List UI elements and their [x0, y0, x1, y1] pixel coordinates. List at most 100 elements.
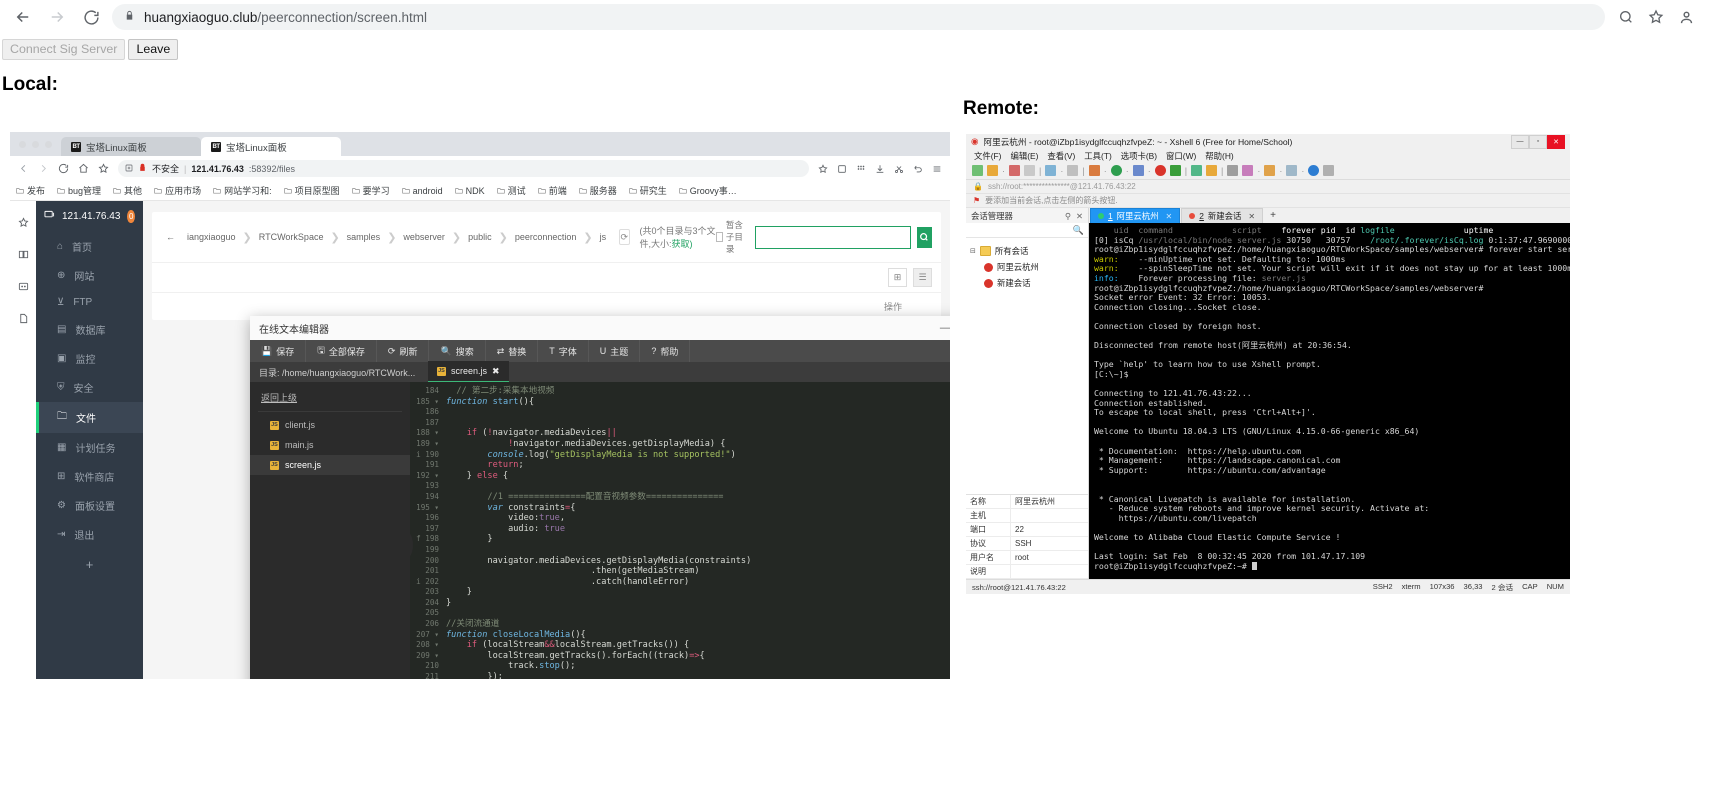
- bookmark-item[interactable]: 项目原型图: [283, 184, 340, 197]
- bookmark-item[interactable]: android: [401, 186, 443, 196]
- include-subdir-checkbox[interactable]: 暂含子目录: [716, 219, 748, 255]
- undo-icon[interactable]: [913, 164, 923, 174]
- notification-badge[interactable]: 0: [127, 210, 135, 223]
- grid-view-button[interactable]: ⊞: [888, 268, 907, 287]
- pin-icon[interactable]: ⚲: [1065, 211, 1071, 221]
- bookmark-item[interactable]: 服务器: [579, 184, 617, 197]
- close-dot[interactable]: [19, 140, 26, 148]
- cut-icon[interactable]: [894, 164, 904, 174]
- editor-theme-button[interactable]: U 主题: [589, 340, 641, 362]
- sidebar-item-store[interactable]: ⊞ 软件商店: [36, 462, 143, 491]
- editor-replace-button[interactable]: ⇄ 替换: [486, 340, 539, 362]
- breadcrumb-back-icon[interactable]: ←: [161, 232, 180, 242]
- close-icon[interactable]: ✕: [1166, 212, 1173, 221]
- keyboard-icon[interactable]: [1227, 165, 1239, 176]
- bookmark-item[interactable]: 前端: [538, 184, 567, 197]
- breadcrumb-item[interactable]: webserver: [396, 232, 452, 242]
- session-search-row[interactable]: 🔍: [966, 223, 1088, 238]
- notes-icon[interactable]: [18, 281, 29, 294]
- bookmark-item[interactable]: 测试: [497, 184, 526, 197]
- shared-address-bar[interactable]: 不安全 | 121.41.76.43:58392/files: [118, 160, 809, 177]
- file-item-client-js[interactable]: JS client.js: [250, 415, 410, 435]
- minimize-button[interactable]: —: [1511, 134, 1529, 149]
- sidebar-item-monitor[interactable]: ▣ 监控: [36, 344, 143, 373]
- tree-root-node[interactable]: ⊟ 所有会话: [970, 243, 1084, 259]
- browser-tab-2[interactable]: BT 宝塔Linux面板: [201, 137, 341, 156]
- extension-icon[interactable]: [837, 164, 847, 174]
- close-icon[interactable]: ✕: [1076, 211, 1083, 221]
- menu-edit[interactable]: 编辑(E): [1010, 150, 1038, 162]
- close-button[interactable]: ✕: [1547, 134, 1565, 149]
- terminal-tab-1[interactable]: 1 阿里云杭州 ✕: [1090, 208, 1181, 223]
- export-icon[interactable]: [1264, 165, 1276, 176]
- search-icon[interactable]: 🔍: [1073, 225, 1084, 236]
- find-icon[interactable]: [1067, 165, 1079, 176]
- sidebar-item-security[interactable]: ⛨ 安全: [36, 373, 143, 402]
- maximize-button[interactable]: ▫: [1529, 134, 1547, 149]
- file-item-main-js[interactable]: JS main.js: [250, 435, 410, 455]
- editor-save-button[interactable]: 💾 保存: [250, 340, 307, 362]
- xshell-address-bar[interactable]: 🔒 ssh://root:***************@121.41.76.4…: [966, 180, 1570, 194]
- bookmark-page-icon[interactable]: [818, 163, 828, 174]
- comment-icon[interactable]: [1323, 165, 1335, 176]
- download-icon[interactable]: [875, 164, 885, 174]
- bookmark-star-icon[interactable]: [17, 217, 29, 230]
- reading-list-icon[interactable]: [18, 249, 29, 262]
- editor-font-button[interactable]: T 字体: [538, 340, 589, 362]
- font-icon[interactable]: [1132, 165, 1144, 176]
- layout-icon[interactable]: [1286, 165, 1298, 176]
- document-icon[interactable]: [18, 313, 29, 326]
- sidebar-item-website[interactable]: ⊕ 网站: [36, 261, 143, 290]
- editor-open-file-tab[interactable]: JS screen.js ✖: [428, 361, 509, 383]
- refresh-icon[interactable]: ⟳: [619, 229, 630, 245]
- browser-tab-1[interactable]: BT 宝塔Linux面板: [61, 137, 201, 156]
- home-button[interactable]: [78, 163, 89, 174]
- breadcrumb-item[interactable]: samples: [340, 232, 388, 242]
- breadcrumb-item[interactable]: public: [461, 232, 499, 242]
- transfer-icon[interactable]: [1088, 165, 1100, 176]
- reload-button[interactable]: [78, 4, 104, 30]
- log-icon[interactable]: [1169, 165, 1181, 176]
- tree-session-new[interactable]: 新建会话: [970, 275, 1084, 291]
- connect-sig-server-button[interactable]: Connect Sig Server: [2, 39, 126, 60]
- new-tab-button[interactable]: +: [1264, 209, 1282, 223]
- menu-tools[interactable]: 工具(T): [1084, 150, 1111, 162]
- list-view-button[interactable]: ☰: [913, 268, 932, 287]
- menu-window[interactable]: 窗口(W): [1166, 150, 1196, 162]
- copy-icon[interactable]: [1024, 165, 1035, 176]
- bt-server-header[interactable]: 121.41.76.43 0: [36, 201, 143, 232]
- window-controls[interactable]: [16, 132, 61, 156]
- lock-icon[interactable]: [1206, 165, 1218, 176]
- editor-help-button[interactable]: ? 帮助: [640, 340, 691, 362]
- bookmark-item[interactable]: 其他: [113, 184, 142, 197]
- bookmark-item[interactable]: Groovy事…: [679, 184, 737, 197]
- cut-icon[interactable]: [1009, 165, 1020, 176]
- menu-help[interactable]: 帮助(H): [1205, 150, 1233, 162]
- highlight-icon[interactable]: [1242, 165, 1254, 176]
- reload-button[interactable]: [58, 163, 69, 174]
- forward-button[interactable]: [38, 163, 49, 174]
- close-icon[interactable]: ✖: [492, 366, 500, 377]
- profile-avatar[interactable]: [1673, 4, 1699, 30]
- bookmark-star-icon[interactable]: [1643, 4, 1669, 30]
- minimize-dot[interactable]: [32, 140, 39, 148]
- sidebar-item-ftp[interactable]: ⊻ FTP: [36, 290, 143, 315]
- record-icon[interactable]: [1154, 165, 1166, 176]
- bookmark-item[interactable]: 网站学习和:: [213, 184, 272, 197]
- close-icon[interactable]: ✕: [1248, 212, 1255, 221]
- breadcrumb-item[interactable]: js: [593, 232, 614, 242]
- open-folder-icon[interactable]: [987, 165, 998, 176]
- terminal-output[interactable]: uid command script forever pid id logfil…: [1089, 223, 1570, 579]
- bookmark-item[interactable]: 发布: [16, 184, 45, 197]
- sidebar-item-database[interactable]: ▤ 数据库: [36, 315, 143, 344]
- bookmark-item[interactable]: bug管理: [57, 184, 101, 197]
- install-icon[interactable]: [125, 164, 133, 174]
- forward-button[interactable]: [44, 4, 70, 30]
- fullscreen-icon[interactable]: [1191, 165, 1203, 176]
- minimize-button[interactable]: —: [940, 322, 950, 334]
- breadcrumb-item[interactable]: RTCWorkSpace: [252, 232, 331, 242]
- add-server-button[interactable]: +: [36, 549, 143, 580]
- tree-session-aliyun[interactable]: 阿里云杭州: [970, 259, 1084, 275]
- menu-file[interactable]: 文件(F): [974, 150, 1001, 162]
- sidebar-item-files[interactable]: 🗀 文件: [36, 402, 143, 433]
